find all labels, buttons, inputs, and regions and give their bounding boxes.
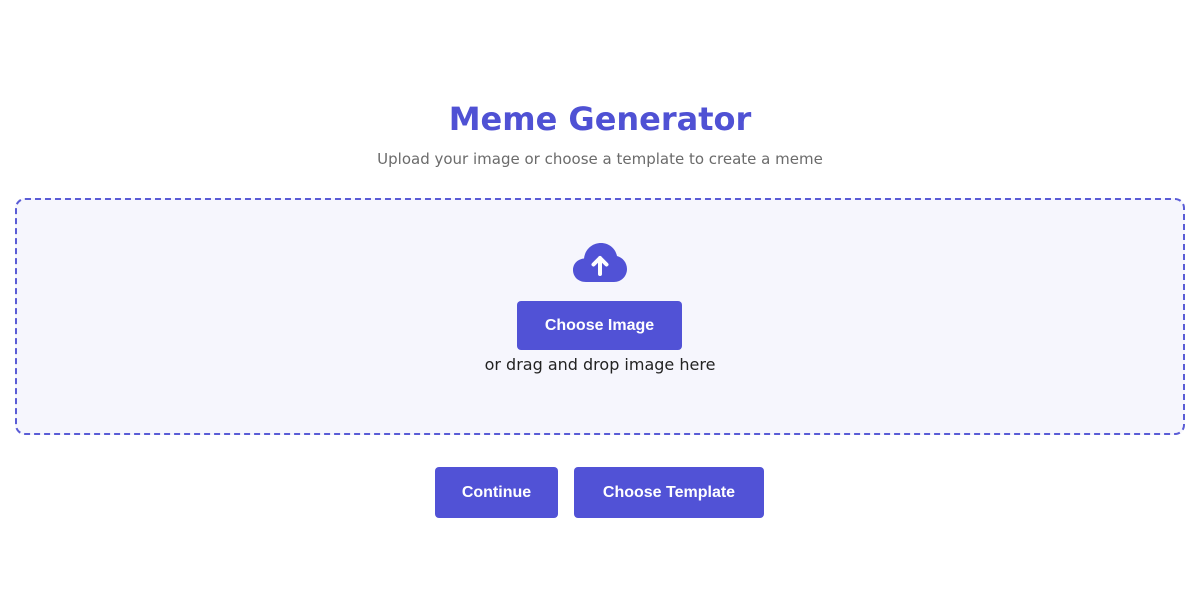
choose-template-button[interactable]: Choose Template (574, 467, 764, 518)
image-dropzone[interactable]: Choose Image or drag and drop image here (15, 198, 1185, 435)
page-title: Meme Generator (448, 100, 752, 138)
choose-image-button[interactable]: Choose Image (517, 301, 682, 350)
continue-button[interactable]: Continue (435, 467, 558, 518)
cloud-upload-icon (573, 243, 627, 282)
drag-drop-hint: or drag and drop image here (484, 355, 716, 374)
page-subtitle: Upload your image or choose a template t… (377, 150, 823, 168)
meme-generator-page: Meme Generator Upload your image or choo… (0, 0, 1200, 600)
